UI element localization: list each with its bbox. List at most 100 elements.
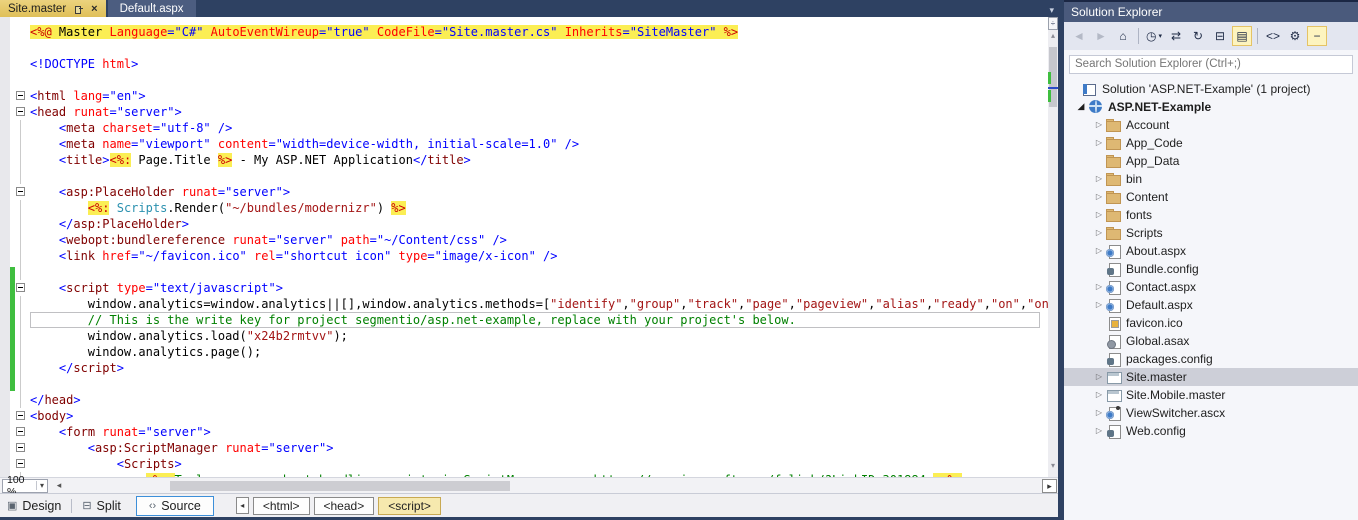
fold-collapse-icon[interactable]	[16, 427, 25, 436]
show-all-files-icon[interactable]: ▤	[1232, 26, 1252, 46]
tree-item-asp.net-example[interactable]: ◢ASP.NET-Example	[1064, 98, 1358, 116]
split-editor-handle[interactable]: ÷	[1048, 17, 1058, 30]
home-icon[interactable]: ⌂	[1113, 26, 1133, 46]
tree-item-bundle.config[interactable]: Bundle.config	[1064, 260, 1358, 278]
refresh-icon[interactable]: ↻	[1188, 26, 1208, 46]
scroll-down-icon[interactable]: ▾	[1048, 461, 1058, 470]
expand-arrow-icon[interactable]: ▷	[1092, 408, 1106, 417]
document-tab-default.aspx[interactable]: Default.aspx	[108, 0, 196, 17]
fold-collapse-icon[interactable]	[16, 107, 25, 116]
expand-arrow-icon[interactable]: ▷	[1092, 228, 1106, 237]
design-view-button[interactable]: ▣ Design	[0, 497, 68, 515]
tree-item-content[interactable]: ▷Content	[1064, 188, 1358, 206]
expand-arrow-icon[interactable]: ▷	[1092, 192, 1106, 201]
close-icon[interactable]: ×	[91, 4, 97, 14]
expand-arrow-icon[interactable]: ▷	[1092, 372, 1106, 381]
tree-item-favicon.ico[interactable]: favicon.ico	[1064, 314, 1358, 332]
fold-collapse-icon[interactable]	[16, 91, 25, 100]
code-line-7[interactable]: <meta charset="utf-8" />	[30, 120, 1040, 136]
search-input[interactable]	[1069, 55, 1353, 74]
code-line-17[interactable]: <script type="text/javascript">	[30, 280, 1040, 296]
tree-item-account[interactable]: ▷Account	[1064, 116, 1358, 134]
code-line-15[interactable]: <link href="~/favicon.ico" rel="shortcut…	[30, 248, 1040, 264]
code-line-5[interactable]: <html lang="en">	[30, 88, 1040, 104]
forward-icon[interactable]: ►	[1091, 26, 1111, 46]
code-line-13[interactable]: </asp:PlaceHolder>	[30, 216, 1040, 232]
tag-navigator-back-icon[interactable]: ◂	[236, 497, 249, 514]
tree-item-contact.aspx[interactable]: ▷Contact.aspx	[1064, 278, 1358, 296]
horizontal-scrollbar-thumb[interactable]	[170, 481, 510, 491]
expand-arrow-icon[interactable]: ▷	[1092, 210, 1106, 219]
tree-item-default.aspx[interactable]: ▷Default.aspx	[1064, 296, 1358, 314]
code-editor[interactable]: <%@ Master Language="C#" AutoEventWireup…	[0, 17, 1048, 477]
expand-arrow-icon[interactable]: ▷	[1092, 390, 1106, 399]
tag-breadcrumb-script[interactable]: <script>	[378, 497, 441, 515]
code-line-25[interactable]: <body>	[30, 408, 1040, 424]
expand-arrow-icon[interactable]: ▷	[1092, 246, 1106, 255]
code-line-20[interactable]: window.analytics.load("x24b2rmtvv");	[30, 328, 1040, 344]
code-line-11[interactable]: <asp:PlaceHolder runat="server">	[30, 184, 1040, 200]
code-line-24[interactable]: </head>	[30, 392, 1040, 408]
solution-explorer-title[interactable]: Solution Explorer	[1064, 0, 1358, 22]
tab-list-dropdown-icon[interactable]: ▾	[1049, 5, 1054, 16]
tag-breadcrumb-head[interactable]: <head>	[314, 497, 375, 515]
fold-collapse-icon[interactable]	[16, 443, 25, 452]
tree-item-fonts[interactable]: ▷fonts	[1064, 206, 1358, 224]
code-line-9[interactable]: <title><%: Page.Title %> - My ASP.NET Ap…	[30, 152, 1040, 168]
switch-views-icon[interactable]: ◷▾	[1144, 26, 1164, 46]
tag-breadcrumb-html[interactable]: <html>	[253, 497, 310, 515]
tree-item-viewswitcher.ascx[interactable]: ▷ViewSwitcher.ascx	[1064, 404, 1358, 422]
expand-arrow-icon[interactable]: ▷	[1092, 120, 1106, 129]
expand-arrow-icon[interactable]: ▷	[1092, 174, 1106, 183]
horizontal-scrollbar-track[interactable]	[66, 480, 1042, 492]
code-line-23[interactable]	[30, 376, 1040, 392]
tree-item-site.mobile.master[interactable]: ▷Site.Mobile.master	[1064, 386, 1358, 404]
code-line-27[interactable]: <asp:ScriptManager runat="server">	[30, 440, 1040, 456]
scroll-left-icon[interactable]: ◂	[52, 480, 66, 491]
pin-icon[interactable]	[74, 4, 84, 14]
code-line-8[interactable]: <meta name="viewport" content="width=dev…	[30, 136, 1040, 152]
tree-item-solution-asp.net-example-1-project-[interactable]: Solution 'ASP.NET-Example' (1 project)	[1064, 80, 1358, 98]
view-code-icon[interactable]: <>	[1263, 26, 1283, 46]
tree-item-global.asax[interactable]: Global.asax	[1064, 332, 1358, 350]
fold-collapse-icon[interactable]	[16, 283, 25, 292]
code-line-22[interactable]: </script>	[30, 360, 1040, 376]
code-line-28[interactable]: <Scripts>	[30, 456, 1040, 472]
code-line-16[interactable]	[30, 264, 1040, 280]
code-line-14[interactable]: <webopt:bundlereference runat="server" p…	[30, 232, 1040, 248]
expand-arrow-icon[interactable]: ▷	[1092, 282, 1106, 291]
vertical-scrollbar[interactable]: ÷ ▴ ▾	[1048, 17, 1058, 477]
back-icon[interactable]: ◄	[1069, 26, 1089, 46]
code-line-3[interactable]: <!DOCTYPE html>	[30, 56, 1040, 72]
code-line-1[interactable]: <%@ Master Language="C#" AutoEventWireup…	[30, 24, 1040, 40]
tree-item-packages.config[interactable]: packages.config	[1064, 350, 1358, 368]
tree-item-site.master[interactable]: ▷Site.master	[1064, 368, 1358, 386]
expand-arrow-icon[interactable]: ▷	[1092, 138, 1106, 147]
split-view-button[interactable]: ⊟ Split	[75, 497, 128, 515]
sync-with-active-document-icon[interactable]: ⇄	[1166, 26, 1186, 46]
document-tab-site.master[interactable]: Site.master×	[0, 0, 106, 17]
expand-arrow-icon[interactable]: ▷	[1092, 300, 1106, 309]
code-line-10[interactable]	[30, 168, 1040, 184]
source-view-button[interactable]: ‹› Source	[136, 496, 214, 516]
zoom-level-dropdown[interactable]: 100 % ▾	[2, 479, 48, 493]
code-line-6[interactable]: <head runat="server">	[30, 104, 1040, 120]
preview-selected-items-icon[interactable]: −	[1307, 26, 1327, 46]
fold-collapse-icon[interactable]	[16, 411, 25, 420]
code-line-19[interactable]: // This is the write key for project seg…	[30, 312, 1040, 328]
code-line-26[interactable]: <form runat="server">	[30, 424, 1040, 440]
fold-collapse-icon[interactable]	[16, 459, 25, 468]
scroll-right-icon[interactable]: ▸	[1042, 479, 1057, 493]
code-line-4[interactable]	[30, 72, 1040, 88]
collapse-all-icon[interactable]: ⊟	[1210, 26, 1230, 46]
code-line-2[interactable]	[30, 40, 1040, 56]
properties-icon[interactable]: ⚙	[1285, 26, 1305, 46]
expand-arrow-icon[interactable]: ▷	[1092, 426, 1106, 435]
code-line-18[interactable]: window.analytics=window.analytics||[],wi…	[30, 296, 1040, 312]
tree-item-bin[interactable]: ▷bin	[1064, 170, 1358, 188]
fold-collapse-icon[interactable]	[16, 187, 25, 196]
tree-item-app-data[interactable]: App_Data	[1064, 152, 1358, 170]
tree-item-web.config[interactable]: ▷Web.config	[1064, 422, 1358, 440]
code-line-12[interactable]: <%: Scripts.Render("~/bundles/modernizr"…	[30, 200, 1040, 216]
collapse-arrow-icon[interactable]: ◢	[1074, 101, 1088, 112]
